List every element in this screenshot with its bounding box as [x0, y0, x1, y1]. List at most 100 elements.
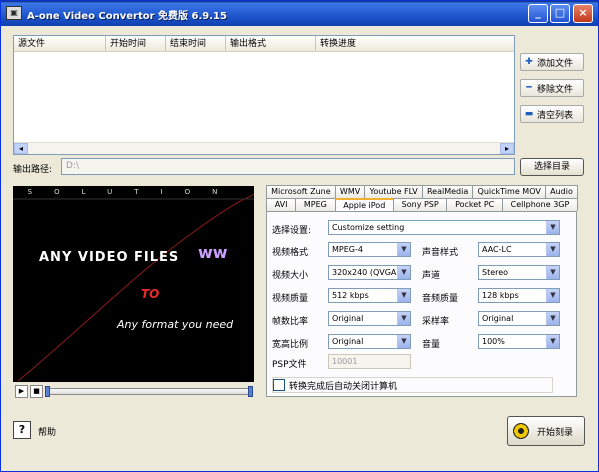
- file-list-header: 源文件 开始时间 结束时间 输出格式 转换进度: [14, 36, 514, 52]
- video-format-select[interactable]: MPEG-4 ▼: [328, 242, 411, 257]
- video-format-label: 视频格式: [272, 248, 309, 258]
- preview-tagline: Any format you need: [117, 318, 234, 331]
- tab-row-1: Microsoft Zune WMV Youtube FLV RealMedia…: [266, 185, 578, 198]
- seek-end-handle[interactable]: [248, 386, 253, 397]
- channel-value: Stereo: [482, 268, 509, 277]
- audio-format-select[interactable]: AAC-LC ▼: [478, 242, 560, 257]
- brand-logo-icon: ᴡᴡ: [198, 243, 228, 262]
- tab-audio[interactable]: Audio: [544, 185, 578, 198]
- clear-icon: ▬: [524, 109, 534, 119]
- aspect-ratio-select[interactable]: Original ▼: [328, 334, 411, 349]
- add-file-label: 添加文件: [537, 58, 574, 69]
- tab-cellphone-3gp[interactable]: Cellphone 3GP: [501, 198, 578, 211]
- video-size-select[interactable]: 320x240 (QVGA) ▼: [328, 265, 411, 280]
- seek-slider[interactable]: [45, 386, 253, 397]
- chevron-down-icon: ▼: [546, 335, 559, 348]
- volume-label: 音量: [422, 340, 441, 350]
- preview-brand: ANY VIDEO FILES: [39, 250, 180, 265]
- frame-rate-select[interactable]: Original ▼: [328, 311, 411, 326]
- shutdown-checkbox[interactable]: [273, 379, 285, 391]
- frame-rate-label: 帧数比率: [272, 317, 309, 327]
- burn-disc-icon: [513, 423, 529, 439]
- browse-folder-button[interactable]: 选择目录: [520, 158, 584, 176]
- help-label[interactable]: 帮助: [38, 425, 56, 438]
- output-path-label: 输出路径:: [13, 165, 53, 175]
- tab-wmv[interactable]: WMV: [334, 185, 366, 198]
- start-burn-label: 开始刻录: [537, 427, 574, 438]
- tab-pocket-pc[interactable]: Pocket PC: [446, 198, 503, 211]
- chevron-down-icon: ▼: [397, 266, 410, 279]
- sample-rate-select[interactable]: Original ▼: [478, 311, 560, 326]
- scroll-left-icon[interactable]: ◂: [14, 143, 28, 154]
- tab-youtube-flv[interactable]: Youtube FLV: [364, 185, 423, 198]
- video-quality-select[interactable]: 512 kbps ▼: [328, 288, 411, 303]
- scroll-right-icon[interactable]: ▸: [500, 143, 514, 154]
- chevron-down-icon: ▼: [546, 221, 559, 234]
- chevron-down-icon: ▼: [546, 266, 559, 279]
- play-icon[interactable]: ▶: [15, 385, 28, 398]
- sample-rate-label: 采样率: [422, 317, 450, 327]
- chevron-down-icon: ▼: [546, 289, 559, 302]
- audio-quality-value: 128 kbps: [482, 291, 519, 300]
- clear-list-button[interactable]: ▬ 清空列表: [520, 105, 584, 123]
- tab-mpeg[interactable]: MPEG: [295, 198, 336, 211]
- chevron-down-icon: ▼: [397, 312, 410, 325]
- output-path-field[interactable]: D:\: [61, 158, 515, 175]
- format-tabs: Microsoft Zune WMV Youtube FLV RealMedia…: [266, 185, 578, 211]
- video-preview: SOLUTION ANY VIDEO FILES ᴡᴡ TO Any forma…: [13, 186, 254, 382]
- plus-icon: ✚: [525, 57, 533, 67]
- video-quality-label: 视频质量: [272, 294, 309, 304]
- channel-label: 声道: [422, 271, 441, 281]
- tab-microsoft-zune[interactable]: Microsoft Zune: [266, 185, 336, 198]
- column-start-time[interactable]: 开始时间: [106, 36, 166, 51]
- add-file-button[interactable]: ✚ 添加文件: [520, 53, 584, 71]
- tab-apple-ipod[interactable]: Apple iPod: [334, 198, 394, 211]
- tab-avi[interactable]: AVI: [266, 198, 297, 211]
- file-list[interactable]: 源文件 开始时间 结束时间 输出格式 转换进度 ◂ ▸: [13, 35, 515, 155]
- audio-format-value: AAC-LC: [482, 245, 512, 254]
- minimize-button[interactable]: _: [528, 4, 548, 23]
- audio-format-label: 声音样式: [422, 248, 459, 258]
- chevron-down-icon: ▼: [397, 335, 410, 348]
- video-size-value: 320x240 (QVGA): [332, 268, 400, 277]
- psp-file-label: PSP文件: [272, 360, 307, 370]
- close-button[interactable]: ×: [573, 4, 593, 23]
- clear-list-label: 清空列表: [537, 110, 574, 121]
- minus-icon: ━: [526, 83, 532, 93]
- title-bar: ▣ A-one Video Convertor 免费版 6.9.15 _ □ ×: [1, 1, 598, 26]
- chevron-down-icon: ▼: [546, 243, 559, 256]
- chevron-down-icon: ▼: [397, 289, 410, 302]
- preset-value: Customize setting: [332, 223, 405, 232]
- channel-select[interactable]: Stereo ▼: [478, 265, 560, 280]
- chevron-down-icon: ▼: [546, 312, 559, 325]
- seek-start-handle[interactable]: [45, 386, 50, 397]
- tab-sony-psp[interactable]: Sony PSP: [392, 198, 448, 211]
- start-burn-button[interactable]: 开始刻录: [507, 416, 585, 446]
- video-size-label: 视频大小: [272, 271, 309, 281]
- tab-realmedia[interactable]: RealMedia: [421, 185, 474, 198]
- audio-quality-select[interactable]: 128 kbps ▼: [478, 288, 560, 303]
- column-source[interactable]: 源文件: [14, 36, 106, 51]
- shutdown-label: 转换完成后自动关闭计算机: [289, 382, 398, 392]
- horizontal-scrollbar[interactable]: ◂ ▸: [14, 142, 514, 154]
- psp-file-input[interactable]: 10001: [328, 354, 411, 369]
- tab-quicktime-mov[interactable]: QuickTime MOV: [472, 185, 546, 198]
- column-output-format[interactable]: 输出格式: [226, 36, 316, 51]
- chevron-down-icon: ▼: [397, 243, 410, 256]
- preview-curve: [13, 193, 254, 382]
- aspect-ratio-value: Original: [332, 337, 364, 346]
- aspect-ratio-label: 宽高比例: [272, 340, 309, 350]
- volume-select[interactable]: 100% ▼: [478, 334, 560, 349]
- video-format-value: MPEG-4: [332, 245, 363, 254]
- help-icon[interactable]: ?: [13, 421, 31, 439]
- stop-icon[interactable]: ■: [30, 385, 43, 398]
- maximize-button[interactable]: □: [550, 4, 570, 23]
- audio-quality-label: 音频质量: [422, 294, 459, 304]
- remove-file-button[interactable]: ━ 移除文件: [520, 79, 584, 97]
- column-progress[interactable]: 转换进度: [316, 36, 514, 51]
- preset-select[interactable]: Customize setting ▼: [328, 220, 560, 235]
- player-controls: ▶ ■: [13, 383, 254, 401]
- video-quality-value: 512 kbps: [332, 291, 369, 300]
- preview-to: TO: [141, 287, 160, 301]
- column-end-time[interactable]: 结束时间: [166, 36, 226, 51]
